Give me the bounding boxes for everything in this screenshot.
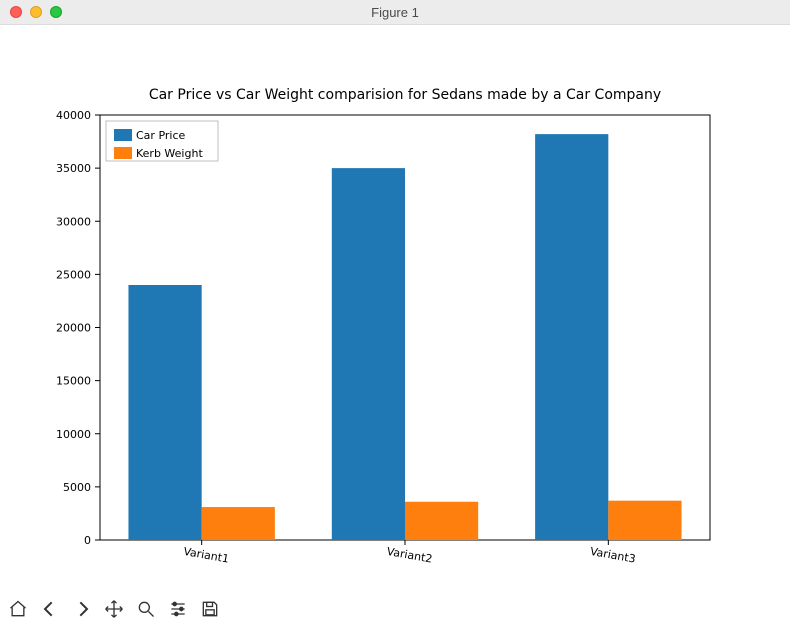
zoom-icon[interactable]: [50, 6, 62, 18]
y-tick-label: 25000: [56, 268, 91, 281]
legend-label: Car Price: [136, 129, 186, 142]
figure-canvas: 0 5000 10000 15000 20000 25000 30000 35000 40000…: [0, 25, 790, 593]
save-icon: [200, 599, 220, 622]
legend-swatch: [114, 147, 132, 159]
forward-button[interactable]: [66, 594, 98, 626]
configure-button[interactable]: [162, 594, 194, 626]
home-icon: [8, 599, 28, 622]
window-controls: [0, 6, 62, 18]
window-title: Figure 1: [0, 5, 790, 20]
zoom-button[interactable]: [130, 594, 162, 626]
save-button[interactable]: [194, 594, 226, 626]
bar: [535, 134, 608, 540]
y-tick-label: 15000: [56, 375, 91, 388]
y-tick-label: 40000: [56, 109, 91, 122]
y-tick-label: 35000: [56, 162, 91, 175]
y-tick-label: 0: [84, 534, 91, 547]
back-button[interactable]: [34, 594, 66, 626]
chart-title: Car Price vs Car Weight comparision for …: [149, 87, 661, 103]
chart: 0 5000 10000 15000 20000 25000 30000 35000 40000…: [0, 25, 790, 593]
window-titlebar: Figure 1: [0, 0, 790, 25]
x-tick-label: Variant2: [386, 545, 434, 566]
bar: [202, 507, 275, 540]
y-tick-label: 5000: [63, 481, 91, 494]
bar: [332, 168, 405, 540]
bar: [405, 502, 478, 540]
minimize-icon[interactable]: [30, 6, 42, 18]
bar: [128, 285, 201, 540]
x-tick-label: Variant1: [182, 545, 230, 566]
move-icon: [104, 599, 124, 622]
y-tick-label: 10000: [56, 428, 91, 441]
arrow-left-icon: [40, 599, 60, 622]
bar: [608, 501, 681, 540]
magnifier-icon: [136, 599, 156, 622]
legend-swatch: [114, 129, 132, 141]
y-tick-label: 20000: [56, 322, 91, 335]
home-button[interactable]: [2, 594, 34, 626]
arrow-right-icon: [72, 599, 92, 622]
matplotlib-toolbar: [0, 593, 790, 627]
x-tick-label: Variant3: [589, 545, 637, 566]
close-icon[interactable]: [10, 6, 22, 18]
pan-button[interactable]: [98, 594, 130, 626]
y-tick-label: 30000: [56, 215, 91, 228]
sliders-icon: [168, 599, 188, 622]
legend-label: Kerb Weight: [136, 147, 203, 160]
